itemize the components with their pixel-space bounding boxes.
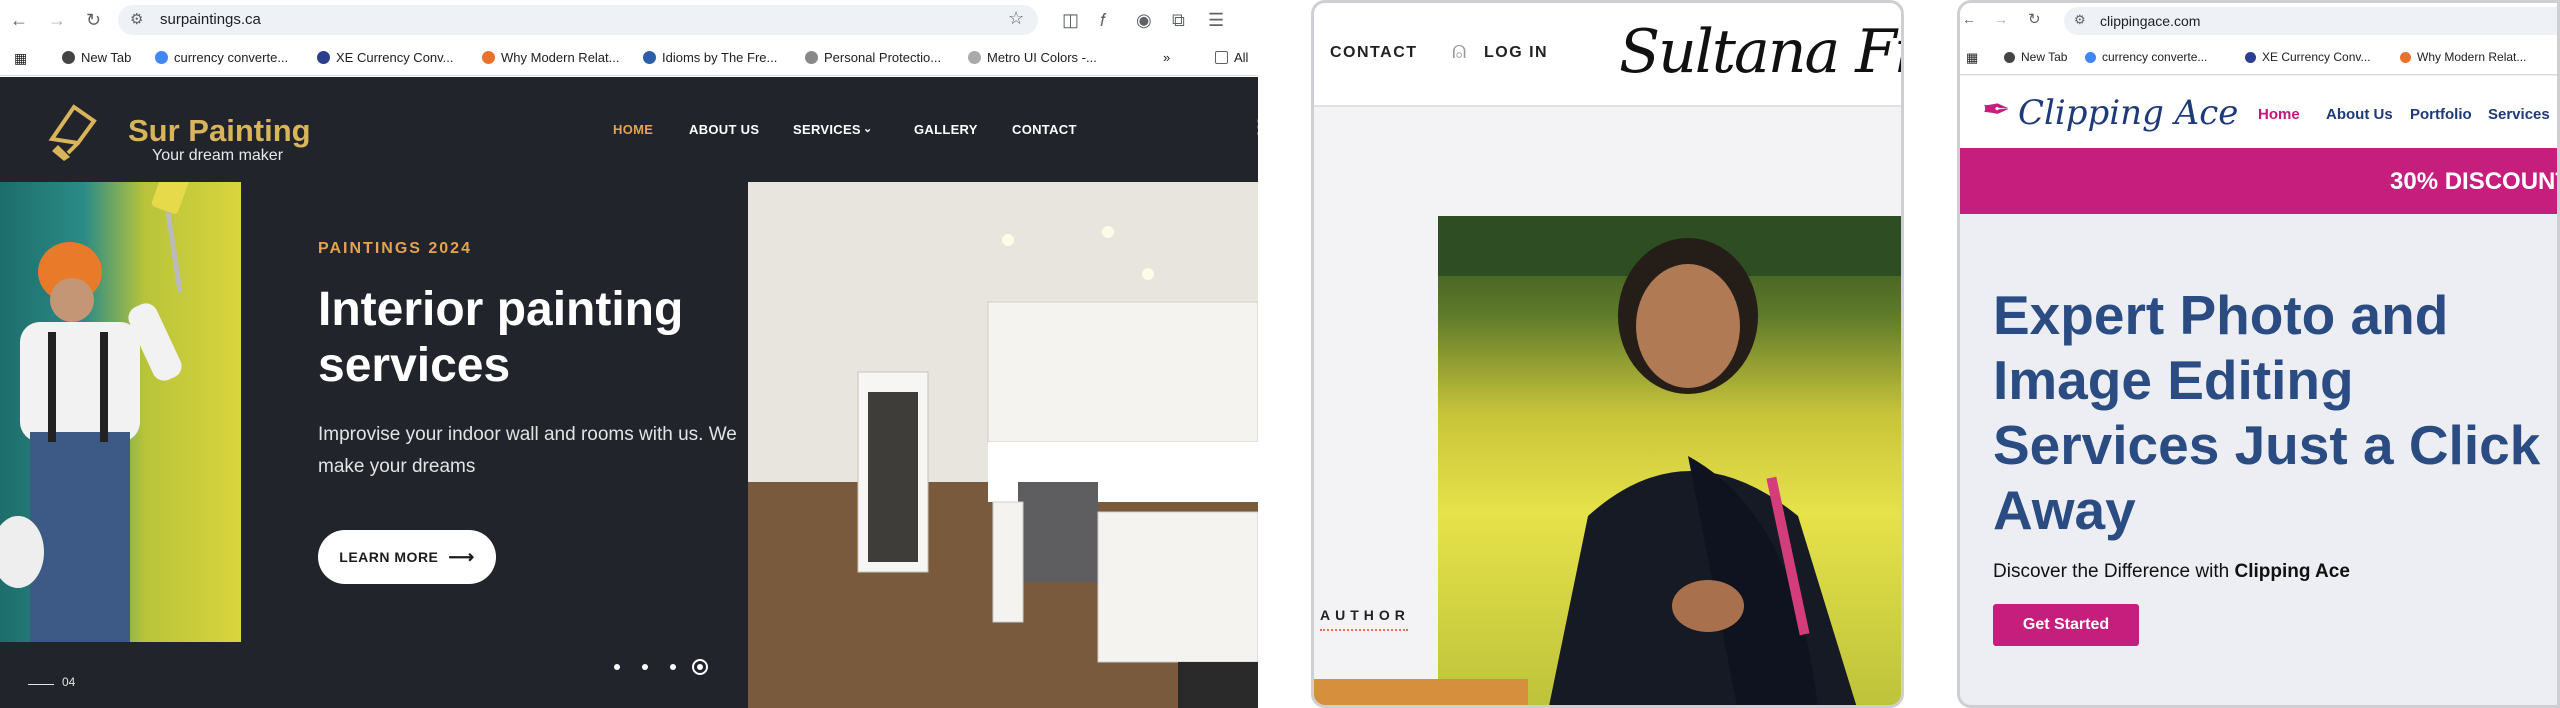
url-text: surpaintings.ca: [160, 11, 261, 28]
browser-toolbar: ← → ↻ ⚙ surpaintings.ca ☆ ◫ 𝑓 ◉ ⧉ ☰: [0, 0, 1258, 40]
hero-subtext: Discover the Difference with Clipping Ac…: [1993, 561, 2350, 583]
star-icon[interactable]: ☆: [1008, 8, 1024, 29]
hero-headline: Expert Photo and Image Editing Services …: [1993, 284, 2541, 541]
author-label: AUTHOR: [1320, 607, 1410, 623]
hero-kitchen-image: [748, 182, 1258, 708]
reload-icon[interactable]: ↻: [2028, 10, 2041, 28]
nav-about-us[interactable]: About Us: [2326, 106, 2393, 123]
nav-home[interactable]: HOME: [613, 122, 653, 137]
forward-icon[interactable]: →: [48, 10, 66, 31]
nav-contact[interactable]: CONTACT: [1012, 122, 1077, 137]
signature-logo[interactable]: Sultana Firdousi: [1619, 17, 1901, 87]
more-bookmarks-icon[interactable]: »: [1163, 50, 1170, 65]
hero-subtext-prefix: Discover the Difference with: [1993, 561, 2235, 582]
promo-banner[interactable]: 30% DISCOUNT: [1960, 148, 2560, 214]
brand-name[interactable]: Sur Painting: [128, 113, 311, 149]
slide-counter: 04: [62, 675, 76, 689]
address-bar[interactable]: ⚙ surpaintings.ca ☆: [118, 5, 1038, 35]
slider-dot-active[interactable]: [692, 659, 708, 675]
camera-icon[interactable]: ◫: [1062, 10, 1079, 31]
paint-roller-logo-icon: [48, 104, 97, 161]
nav-gallery[interactable]: GALLERY: [914, 122, 978, 137]
hero-subtext-brand: Clipping Ace: [2234, 561, 2350, 582]
bookmark-item[interactable]: Idioms by The Fre...: [643, 50, 777, 65]
nav-services[interactable]: SERVICES: [793, 122, 861, 137]
nav-contact[interactable]: CONTACT: [1330, 44, 1418, 62]
bookmark-item[interactable]: XE Currency Conv...: [317, 50, 454, 65]
get-started-button[interactable]: Get Started: [1993, 604, 2139, 646]
browser-window-surpaintings: ← → ↻ ⚙ surpaintings.ca ☆ ◫ 𝑓 ◉ ⧉ ☰ ▦ Ne…: [0, 0, 1258, 708]
bookmark-item[interactable]: New Tab: [62, 50, 131, 65]
address-bar[interactable]: ⚙ clippingace.com: [2064, 7, 2557, 35]
hero-kicker: PAINTINGS 2024: [318, 240, 472, 257]
author-underline: [1320, 629, 1408, 631]
login-link[interactable]: LOG IN: [1484, 44, 1548, 62]
author-site-window: CONTACT ⍝ LOG IN Sultana Firdousi AUTHOR: [1311, 0, 1904, 708]
back-icon[interactable]: ←: [1962, 11, 1976, 27]
learn-more-button[interactable]: LEARN MORE ⟶: [318, 530, 496, 584]
author-portrait-image: [1438, 216, 1901, 705]
bookmark-folder[interactable]: All: [1215, 50, 1248, 65]
extension-font-icon[interactable]: 𝑓: [1100, 10, 1106, 31]
url-text: clippingace.com: [2100, 13, 2201, 29]
apps-icon[interactable]: ▦: [14, 50, 27, 67]
bookmark-item[interactable]: Why Modern Relat...: [482, 50, 620, 65]
author-site-header: CONTACT ⍝ LOG IN Sultana Firdousi: [1314, 3, 1901, 107]
bookmark-item[interactable]: XE Currency Conv...: [2245, 50, 2370, 64]
nav-portfolio[interactable]: Portfolio: [2410, 106, 2472, 123]
nav-about-us[interactable]: ABOUT US: [689, 122, 759, 137]
brand-tagline: Your dream maker: [152, 147, 284, 164]
learn-more-label: LEARN MORE: [339, 549, 439, 565]
reading-list-icon[interactable]: ☰: [1208, 10, 1224, 31]
reload-icon[interactable]: ↻: [86, 10, 101, 31]
bookmark-item[interactable]: Why Modern Relat...: [2400, 50, 2526, 64]
forward-icon[interactable]: →: [1994, 11, 2008, 27]
apps-icon[interactable]: ▦: [1966, 50, 1978, 66]
menu-icon[interactable]: ⋮: [1250, 117, 1258, 138]
brand-logo[interactable]: Clipping Ace: [2018, 93, 2238, 133]
browser-toolbar: ← → ↻ ⚙ clippingace.com: [1960, 3, 2557, 41]
bookmark-item[interactable]: Metro UI Colors -...: [968, 50, 1097, 65]
bookmarks-bar: ▦ New Tab currency converte... XE Curren…: [1960, 41, 2557, 75]
site-info-icon[interactable]: ⚙: [2074, 12, 2086, 28]
slider-dot[interactable]: [614, 664, 620, 670]
hero-headline: Interior painting services: [318, 283, 684, 392]
bookmark-item[interactable]: currency converte...: [2085, 50, 2207, 64]
extensions-icon[interactable]: ⧉: [1172, 10, 1185, 31]
hero-subtext: Improvise your indoor wall and rooms wit…: [318, 424, 737, 477]
chevron-down-icon[interactable]: ⌄: [863, 122, 873, 135]
clippingace-header: ✒ Clipping Ace Home About Us Portfolio S…: [1960, 76, 2557, 148]
bookmarks-bar: ▦ New Tab currency converte... XE Curren…: [0, 40, 1258, 76]
accent-block: [1314, 679, 1528, 705]
feather-logo-icon: ✒: [1982, 91, 2011, 129]
nav-home[interactable]: Home: [2258, 106, 2300, 123]
extension-color-icon[interactable]: ◉: [1136, 10, 1152, 31]
user-icon[interactable]: ⍝: [1452, 37, 1466, 65]
sur-painting-site: Sur Painting Your dream maker HOME ABOUT…: [0, 77, 1258, 708]
hero-painter-image: [0, 182, 241, 642]
slider-dot[interactable]: [642, 664, 648, 670]
site-info-icon[interactable]: ⚙: [130, 10, 143, 28]
slider-dot[interactable]: [670, 664, 676, 670]
arrow-right-icon: ⟶: [448, 546, 475, 567]
slide-counter-line: [28, 684, 54, 685]
browser-window-clippingace: ← → ↻ ⚙ clippingace.com ▦ New Tab curren…: [1957, 0, 2560, 708]
back-icon[interactable]: ←: [10, 10, 28, 31]
bookmark-item[interactable]: currency converte...: [155, 50, 288, 65]
nav-services[interactable]: Services: [2488, 106, 2550, 123]
bookmark-item[interactable]: New Tab: [2004, 50, 2067, 64]
bookmark-item[interactable]: Personal Protectio...: [805, 50, 941, 65]
promo-text: 30% DISCOUNT: [2390, 168, 2560, 195]
